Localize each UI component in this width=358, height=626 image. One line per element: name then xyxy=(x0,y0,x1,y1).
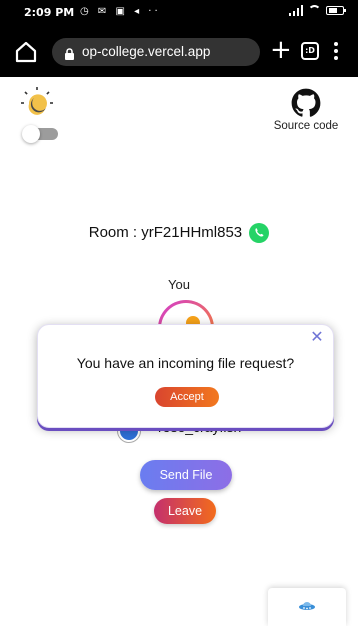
home-icon[interactable] xyxy=(14,40,38,64)
signal-icon xyxy=(289,5,303,16)
floating-panel[interactable] xyxy=(268,588,346,626)
leave-button[interactable]: Leave xyxy=(154,498,216,524)
github-icon xyxy=(291,88,321,117)
status-time: 2:09 PM xyxy=(24,6,75,19)
incoming-file-modal: ✕ You have an incoming file request? Acc… xyxy=(37,324,334,428)
self-label: You xyxy=(168,277,190,292)
send-file-button[interactable]: Send File xyxy=(140,460,232,490)
toggle-knob xyxy=(22,125,40,143)
new-tab-icon[interactable]: + xyxy=(270,36,292,64)
room-row: Room : yrF21HHml853 xyxy=(0,222,358,243)
lock-icon xyxy=(64,46,75,65)
ufo-icon xyxy=(299,602,315,610)
notification-icons: ◷ ✉ ▣ ◂ ·· xyxy=(80,6,161,17)
source-code-link[interactable]: Source code xyxy=(262,88,350,132)
sun-moon-icon xyxy=(20,86,60,118)
battery-icon xyxy=(326,6,346,15)
source-code-label: Source code xyxy=(273,120,339,132)
browser-toolbar: op-college.vercel.app + :D xyxy=(0,27,358,77)
modal-message: You have an incoming file request? xyxy=(76,355,295,371)
theme-toggle[interactable] xyxy=(22,125,58,143)
overflow-menu-icon[interactable] xyxy=(334,42,338,60)
wifi-icon xyxy=(308,5,321,16)
room-label: Room : yrF21HHml853 xyxy=(88,224,243,241)
whatsapp-share-icon[interactable] xyxy=(249,222,270,243)
tabs-button[interactable]: :D xyxy=(301,42,319,60)
status-bar: 2:09 PM ◷ ✉ ▣ ◂ ·· xyxy=(0,0,358,27)
url-text: op-college.vercel.app xyxy=(82,44,211,59)
address-bar[interactable]: op-college.vercel.app xyxy=(52,38,260,66)
system-icons xyxy=(289,5,346,16)
close-icon[interactable]: ✕ xyxy=(309,329,325,345)
accept-button[interactable]: Accept xyxy=(155,387,219,407)
